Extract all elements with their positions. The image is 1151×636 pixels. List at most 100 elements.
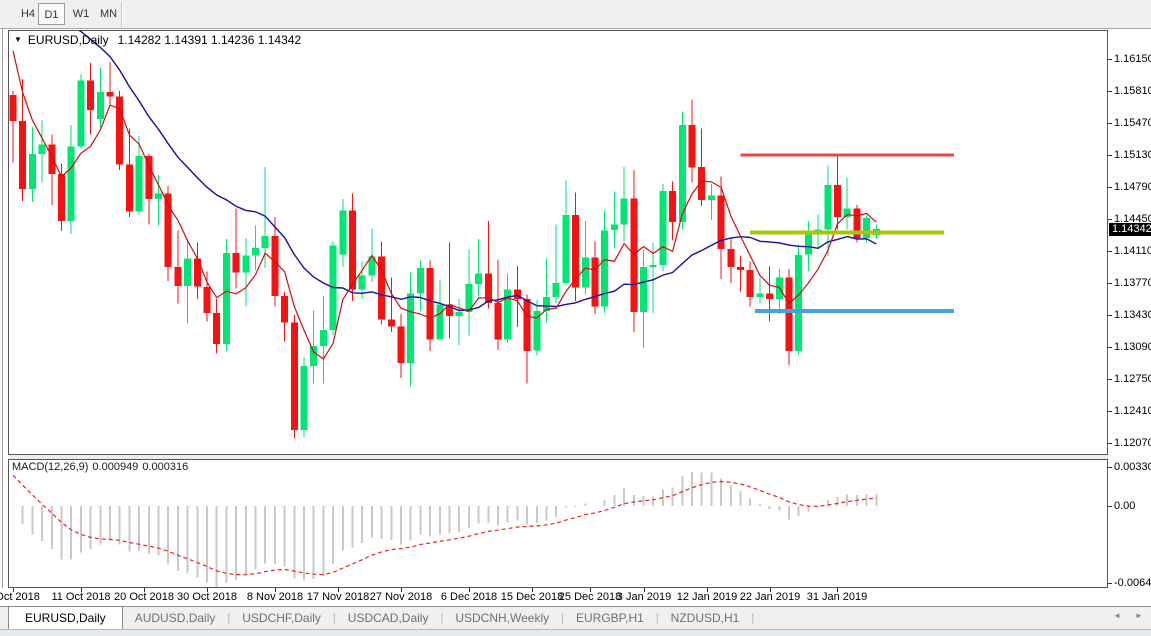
candle-body (77, 81, 84, 147)
price-axis-tick (1108, 251, 1112, 252)
symbol-dropdown-icon[interactable]: ▼ (14, 35, 22, 44)
price-axis-label: 1.13770 (1114, 277, 1151, 289)
candle-body (213, 313, 220, 344)
candle-body (427, 268, 434, 340)
candle-body (659, 191, 666, 265)
candle-body (611, 225, 618, 231)
candle-body (87, 81, 94, 110)
macd-axis-label: 0.003306 (1114, 461, 1151, 473)
candle-body (58, 174, 65, 221)
candle-body (747, 270, 754, 297)
tab-usdcnh-weekly[interactable]: USDCNH,Weekly (443, 607, 561, 629)
timeframe-button-w1[interactable]: W1 (69, 3, 93, 25)
price-axis-tick (1108, 187, 1112, 188)
candle-body (689, 125, 696, 167)
price-axis-tick (1108, 315, 1112, 316)
candle-body (320, 330, 327, 346)
chart-symbol-label: EURUSD,Daily (28, 33, 109, 47)
macd-panel-canvas[interactable] (8, 459, 1108, 588)
price-axis-label: 1.15130 (1114, 149, 1151, 161)
price-axis-tick (1108, 411, 1112, 412)
macd-axis-label: 0.00 (1114, 500, 1135, 512)
candle-body (349, 211, 356, 290)
timeframe-button-mn[interactable]: MN (95, 3, 122, 25)
price-axis-label: 1.13090 (1114, 341, 1151, 353)
price-axis-tick (1108, 443, 1112, 444)
price-axis-tick (1108, 91, 1112, 92)
price-axis-tick (1108, 219, 1112, 220)
status-strip (0, 629, 1151, 636)
candle-body (223, 253, 230, 344)
tab-nzdusd-h1[interactable]: NZDUSD,H1 (659, 607, 752, 629)
price-axis-label: 1.15470 (1114, 117, 1151, 129)
tab-eurgbp-h1[interactable]: EURGBP,H1 (564, 607, 656, 629)
candle-body (310, 346, 317, 366)
date-axis[interactable]: 2 Oct 201811 Oct 201820 Oct 201830 Oct 2… (0, 588, 1108, 606)
candle-body (107, 92, 114, 97)
current-price-badge: 1.14342 (1109, 223, 1151, 236)
tab-scroll-right-icon[interactable]: ► (1135, 611, 1143, 620)
price-axis[interactable]: 1.161501.158101.154701.151301.147901.144… (1108, 30, 1151, 588)
candle-body (834, 185, 841, 217)
macd-histogram (13, 472, 876, 588)
price-axis-label: 1.12410 (1114, 405, 1151, 417)
date-axis-label: 31 Jan 2019 (807, 591, 868, 603)
candles-layer (10, 62, 880, 439)
price-chart-canvas[interactable] (8, 30, 1108, 455)
candle-body (204, 287, 211, 313)
tab-separator: | (751, 607, 754, 629)
candle-body (291, 323, 298, 430)
date-axis-label: 8 Nov 2018 (247, 591, 303, 603)
candle-body (863, 218, 870, 238)
price-axis-tick (1108, 155, 1112, 156)
date-axis-label: 25 Dec 2018 (559, 591, 621, 603)
macd-name: MACD(12,26,9) (12, 461, 88, 473)
candle-body (155, 194, 162, 200)
price-axis-label: 1.14790 (1114, 181, 1151, 193)
candle-body (194, 259, 201, 287)
candle-body (126, 164, 133, 211)
candle-body (669, 191, 676, 222)
candle-body (514, 290, 521, 299)
candle-body (495, 303, 502, 340)
candle-body (68, 147, 75, 221)
candle-body (524, 299, 531, 351)
date-axis-label: 2 Oct 2018 (0, 591, 40, 603)
candle-body (262, 236, 269, 248)
candle-body (301, 366, 308, 430)
date-axis-label: 30 Oct 2018 (177, 591, 237, 603)
timeframe-button-h4[interactable]: H4 (16, 3, 40, 25)
tab-audusd-daily[interactable]: AUDUSD,Daily (123, 607, 228, 629)
tab-usdcad-daily[interactable]: USDCAD,Daily (336, 607, 441, 629)
price-axis-label: 1.14110 (1114, 245, 1151, 257)
macd-main-value: 0.000949 (92, 461, 138, 473)
candle-body (601, 230, 608, 306)
macd-axis-tick (1108, 583, 1112, 584)
price-axis-label: 1.15810 (1114, 85, 1151, 97)
candle-body (39, 145, 46, 154)
candle-body (756, 293, 763, 297)
tab-scroll-left-icon[interactable]: ◄ (1113, 611, 1121, 620)
price-axis-label: 1.12070 (1114, 437, 1151, 449)
candle-body (136, 156, 143, 212)
candle-body (562, 215, 569, 283)
candle-body (650, 265, 657, 267)
candle-body (116, 97, 123, 165)
candle-body (436, 305, 443, 340)
candle-body (805, 233, 812, 255)
candle-body (10, 95, 17, 121)
candle-body (19, 121, 26, 189)
candle-body (737, 267, 744, 270)
candle-body (582, 258, 589, 288)
price-axis-tick (1108, 283, 1112, 284)
tab-eurusd-daily[interactable]: EURUSD,Daily (8, 606, 123, 630)
candle-body (97, 92, 104, 119)
candle-body (621, 198, 628, 224)
date-axis-label: 12 Jan 2019 (677, 591, 738, 603)
candle-body (786, 277, 793, 350)
candle-body (29, 154, 36, 189)
timeframe-button-d1[interactable]: D1 (38, 3, 65, 25)
candle-body (475, 274, 482, 284)
date-axis-label: 11 Oct 2018 (51, 591, 110, 603)
tab-usdchf-daily[interactable]: USDCHF,Daily (230, 607, 333, 629)
